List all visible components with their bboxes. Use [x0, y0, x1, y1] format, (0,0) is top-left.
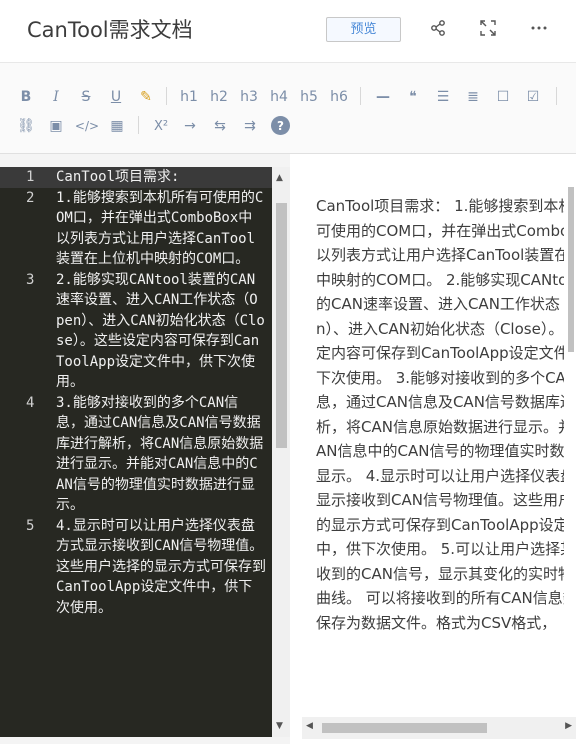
preview-content: CanTool项目需求： 1.能够搜索到本机所有可使用的COM口，并在弹出式Co…: [316, 194, 564, 734]
underline-icon[interactable]: U: [108, 87, 124, 107]
heading-2-button[interactable]: h2: [208, 87, 230, 107]
bold-icon[interactable]: B: [18, 87, 34, 107]
scroll-down-icon[interactable]: ▼: [276, 721, 283, 731]
share-icon[interactable]: [427, 17, 449, 39]
align-left-icon[interactable]: ⇆: [210, 116, 230, 136]
horizontal-rule-icon[interactable]: —: [374, 87, 392, 107]
ordered-list-icon[interactable]: ≣: [464, 87, 482, 107]
fullscreen-icon[interactable]: [477, 17, 499, 39]
code-icon[interactable]: </>: [74, 116, 100, 136]
line-number: 3: [26, 271, 35, 288]
editor-line[interactable]: 4 3.能够对接收到的多个CAN信息，通过CAN信息及CAN信号数据库进行解析，…: [0, 393, 272, 516]
line-number: 1: [26, 169, 35, 185]
highlight-icon[interactable]: ✎: [137, 87, 155, 107]
heading-4-button[interactable]: h4: [268, 87, 290, 107]
heading-1-button[interactable]: h1: [178, 87, 200, 107]
arrow-right-icon[interactable]: →: [180, 116, 200, 136]
checkbox-icon[interactable]: ☐: [494, 87, 512, 107]
scroll-right-icon[interactable]: ▶: [565, 721, 572, 731]
more-icon[interactable]: [528, 17, 550, 39]
editor-line[interactable]: 5 4.显示时可以让用户选择仪表盘方式显示接收到CAN信号物理值。这些用户选择的…: [0, 516, 272, 619]
toolbar-divider: [138, 116, 139, 134]
heading-5-button[interactable]: h5: [298, 87, 320, 107]
title-bar: CanTool需求文档 预览: [0, 0, 576, 62]
unordered-list-icon[interactable]: ☰: [434, 87, 452, 107]
link-icon[interactable]: ⛓: [16, 116, 36, 136]
strikethrough-icon[interactable]: S: [78, 87, 94, 107]
help-icon[interactable]: ?: [271, 116, 290, 135]
quote-icon[interactable]: ❝: [404, 87, 422, 107]
superscript-icon[interactable]: X²: [150, 116, 172, 136]
image-icon[interactable]: ▣: [47, 116, 65, 136]
toolbar-divider: [360, 87, 361, 105]
editor-line[interactable]: 2 1.能够搜索到本机所有可使用的COM口，并在弹出式ComboBox中以列表方…: [0, 188, 272, 270]
table-icon[interactable]: ▦: [108, 116, 126, 136]
scroll-left-icon[interactable]: ◀: [306, 721, 313, 731]
preview-button[interactable]: 预览: [326, 17, 401, 42]
document-title: CanTool需求文档: [27, 18, 193, 42]
line-text[interactable]: 2.能够实现CANtool装置的CAN速率设置、进入CAN工作状态（Open）、…: [56, 270, 272, 393]
preview-paragraph: CanTool项目需求： 1.能够搜索到本机所有可使用的COM口，并在弹出式Co…: [316, 197, 564, 632]
toolbar-divider: [556, 87, 557, 105]
line-number: 2: [26, 189, 35, 206]
line-text[interactable]: CanTool项目需求:: [56, 167, 272, 188]
editor-toolbar: B I S U ✎ h1 h2 h3 h4 h5 h6 — ❝ ☰ ≣ ☐ ☑ …: [0, 62, 576, 154]
line-text[interactable]: 4.显示时可以让用户选择仪表盘方式显示接收到CAN信号物理值。这些用户选择的显示…: [56, 516, 272, 619]
code-area[interactable]: 1 CanTool项目需求: 2 1.能够搜索到本机所有可使用的COM口，并在弹…: [0, 167, 272, 737]
editor-scroll-thumb[interactable]: [276, 203, 287, 448]
preview-scroll-thumb[interactable]: [568, 187, 574, 352]
markdown-editor[interactable]: 1 CanTool项目需求: 2 1.能够搜索到本机所有可使用的COM口，并在弹…: [0, 154, 290, 744]
italic-icon[interactable]: I: [48, 87, 64, 107]
line-number: 4: [26, 394, 35, 411]
checked-checkbox-icon[interactable]: ☑: [524, 87, 542, 107]
heading-6-button[interactable]: h6: [328, 87, 350, 107]
preview-pane: CanTool项目需求： 1.能够搜索到本机所有可使用的COM口，并在弹出式Co…: [290, 154, 576, 744]
editor-line[interactable]: 3 2.能够实现CANtool装置的CAN速率设置、进入CAN工作状态（Open…: [0, 270, 272, 393]
editor-line[interactable]: 1 CanTool项目需求:: [0, 167, 272, 188]
heading-3-button[interactable]: h3: [238, 87, 260, 107]
editor-scrollbar[interactable]: ▲ ▼: [272, 167, 290, 737]
preview-horizontal-scrollbar[interactable]: ◀ ▶: [302, 717, 576, 739]
line-text[interactable]: 1.能够搜索到本机所有可使用的COM口，并在弹出式ComboBox中以列表方式让…: [56, 188, 272, 270]
preview-scrollbar[interactable]: [568, 167, 576, 727]
toolbar-divider: [166, 87, 167, 105]
align-justify-icon[interactable]: ⇉: [240, 116, 260, 136]
scroll-up-icon[interactable]: ▲: [276, 173, 283, 183]
horizontal-scroll-thumb[interactable]: [322, 723, 487, 733]
line-text[interactable]: 3.能够对接收到的多个CAN信息，通过CAN信息及CAN信号数据库进行解析，将C…: [56, 393, 272, 516]
line-number: 5: [26, 517, 35, 534]
